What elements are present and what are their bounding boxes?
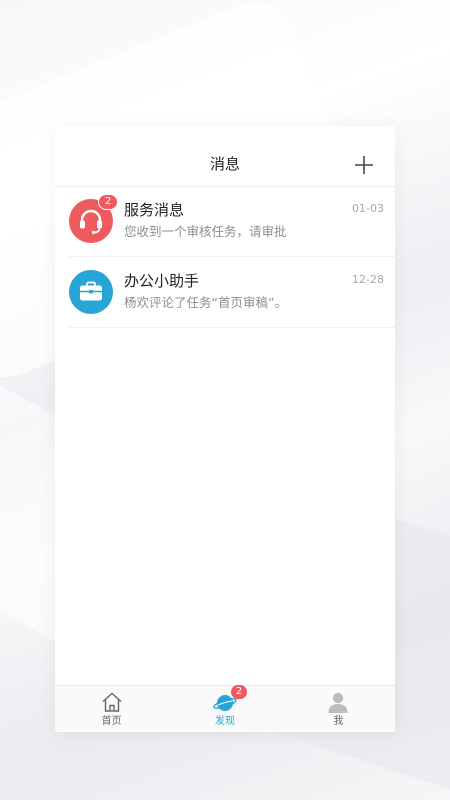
tab-discover[interactable]: 2 发现 [168, 685, 281, 732]
tab-bar: 首页 2 发现 我 [55, 685, 395, 732]
add-button[interactable] [353, 154, 375, 176]
tab-profile-label: 我 [333, 716, 344, 727]
message-list: 2 服务消息 您收到一个审核任务，请审批 01-03 办公小助手 杨欢评论了任务… [55, 186, 395, 328]
unread-badge: 2 [98, 194, 118, 210]
message-title: 办公小助手 [124, 272, 200, 290]
home-icon [102, 692, 122, 712]
message-time: 01-03 [352, 202, 384, 215]
message-item-assistant[interactable]: 办公小助手 杨欢评论了任务“首页审稿”。 12-28 [55, 257, 395, 328]
tab-home[interactable]: 首页 [55, 686, 168, 732]
navigation-bar: 消息 [55, 126, 395, 187]
message-preview: 杨欢评论了任务“首页审稿”。 [124, 295, 287, 310]
message-item-service[interactable]: 2 服务消息 您收到一个审核任务，请审批 01-03 [55, 186, 395, 257]
page-title: 消息 [209, 155, 240, 173]
tab-badge: 2 [230, 685, 247, 699]
tab-home-label: 首页 [101, 716, 122, 727]
profile-icon [328, 692, 348, 713]
message-time: 12-28 [352, 273, 384, 286]
tab-discover-label: 发现 [214, 716, 235, 727]
assistant-avatar [69, 270, 113, 314]
service-avatar: 2 [69, 194, 118, 243]
tab-profile[interactable]: 我 [282, 686, 395, 732]
divider [69, 327, 395, 328]
message-preview: 您收到一个审核任务，请审批 [124, 224, 287, 239]
phone-screen: 消息 2 服务消息 您收到一个审核任务，请审批 01-03 办公小助手 杨欢评论… [55, 126, 395, 732]
plus-icon [355, 156, 373, 174]
message-title: 服务消息 [124, 201, 185, 219]
briefcase-icon [80, 281, 102, 301]
